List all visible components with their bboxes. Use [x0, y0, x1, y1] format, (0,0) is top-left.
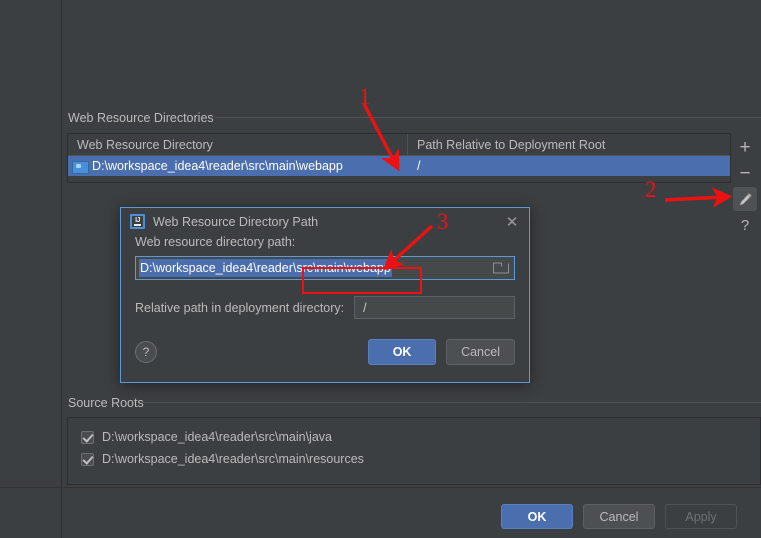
- relative-path-row: Relative path in deployment directory: /: [135, 296, 515, 319]
- relative-path-input[interactable]: /: [354, 296, 515, 319]
- remove-button[interactable]: −: [733, 161, 757, 185]
- dialog-cancel-button[interactable]: Cancel: [446, 339, 515, 365]
- dialog-ok-button[interactable]: OK: [368, 339, 437, 365]
- folder-open-icon[interactable]: [493, 262, 509, 274]
- dialog-body: Web resource directory path: D:\workspac…: [121, 235, 529, 379]
- add-button[interactable]: +: [733, 135, 757, 159]
- list-item[interactable]: D:\workspace_idea4\reader\src\main\resou…: [68, 448, 760, 470]
- help-button[interactable]: ?: [733, 213, 757, 237]
- settings-left-rail: [0, 0, 62, 538]
- group-separator-line: [215, 117, 761, 118]
- remove-icon: −: [739, 162, 751, 184]
- web-resource-table-toolbar: + − ?: [731, 135, 759, 239]
- relative-path-label: Relative path in deployment directory:: [135, 300, 345, 315]
- dialog-title-bar: IJ Web Resource Directory Path ✕: [121, 208, 529, 235]
- checkbox-checked-icon[interactable]: [81, 430, 94, 444]
- ok-button[interactable]: OK: [501, 504, 573, 529]
- source-roots-separator-line: [142, 402, 761, 403]
- web-resource-directories-table[interactable]: Web Resource Directory Path Relative to …: [67, 133, 731, 183]
- question-mark-icon: ?: [740, 216, 750, 234]
- dialog-footer: ? OK Cancel: [135, 339, 515, 379]
- source-roots-list: D:\workspace_idea4\reader\src\main\java …: [67, 417, 761, 485]
- cell-directory-text: D:\workspace_idea4\reader\src\main\webap…: [92, 159, 343, 173]
- source-root-label: D:\workspace_idea4\reader\src\main\java: [102, 430, 332, 444]
- web-resource-directories-group-title: Web Resource Directories: [68, 111, 220, 125]
- pencil-icon: [738, 192, 753, 207]
- source-roots-group-title: Source Roots: [68, 396, 150, 410]
- dialog-title: Web Resource Directory Path: [153, 214, 319, 229]
- add-icon: +: [739, 136, 751, 158]
- checkbox-checked-icon[interactable]: [81, 452, 94, 466]
- web-resource-directory-path-dialog: IJ Web Resource Directory Path ✕ Web res…: [120, 207, 530, 383]
- dialog-help-button[interactable]: ?: [135, 341, 157, 363]
- folder-icon: [72, 160, 89, 174]
- settings-dialog: Web Resource Directories Web Resource Di…: [0, 0, 761, 538]
- highlighted-path-segment-box: [302, 267, 422, 294]
- table-header-row: Web Resource Directory Path Relative to …: [68, 134, 730, 156]
- footer-separator: [0, 487, 761, 488]
- table-row[interactable]: D:\workspace_idea4\reader\src\main\webap…: [68, 156, 730, 176]
- source-root-label: D:\workspace_idea4\reader\src\main\resou…: [102, 452, 364, 466]
- path-field-label: Web resource directory path:: [135, 235, 296, 249]
- edit-button[interactable]: [733, 187, 757, 211]
- cell-relative-path[interactable]: /: [408, 156, 730, 176]
- annotation-number-2: 2: [645, 177, 657, 202]
- annotation-number-3: 3: [437, 209, 449, 234]
- cell-web-resource-directory[interactable]: D:\workspace_idea4\reader\src\main\webap…: [68, 156, 408, 176]
- column-header-path-relative[interactable]: Path Relative to Deployment Root: [408, 134, 730, 155]
- dialog-footer-buttons: OK Cancel: [368, 339, 515, 365]
- list-item[interactable]: D:\workspace_idea4\reader\src\main\java: [68, 426, 760, 448]
- apply-button: Apply: [665, 504, 737, 529]
- footer-buttons: OK Cancel Apply: [501, 504, 737, 529]
- annotation-number-1: 1: [359, 84, 371, 109]
- intellij-idea-icon: IJ: [130, 214, 145, 229]
- cancel-button[interactable]: Cancel: [583, 504, 655, 529]
- column-header-web-resource-directory[interactable]: Web Resource Directory: [68, 134, 408, 155]
- close-icon[interactable]: ✕: [501, 211, 523, 233]
